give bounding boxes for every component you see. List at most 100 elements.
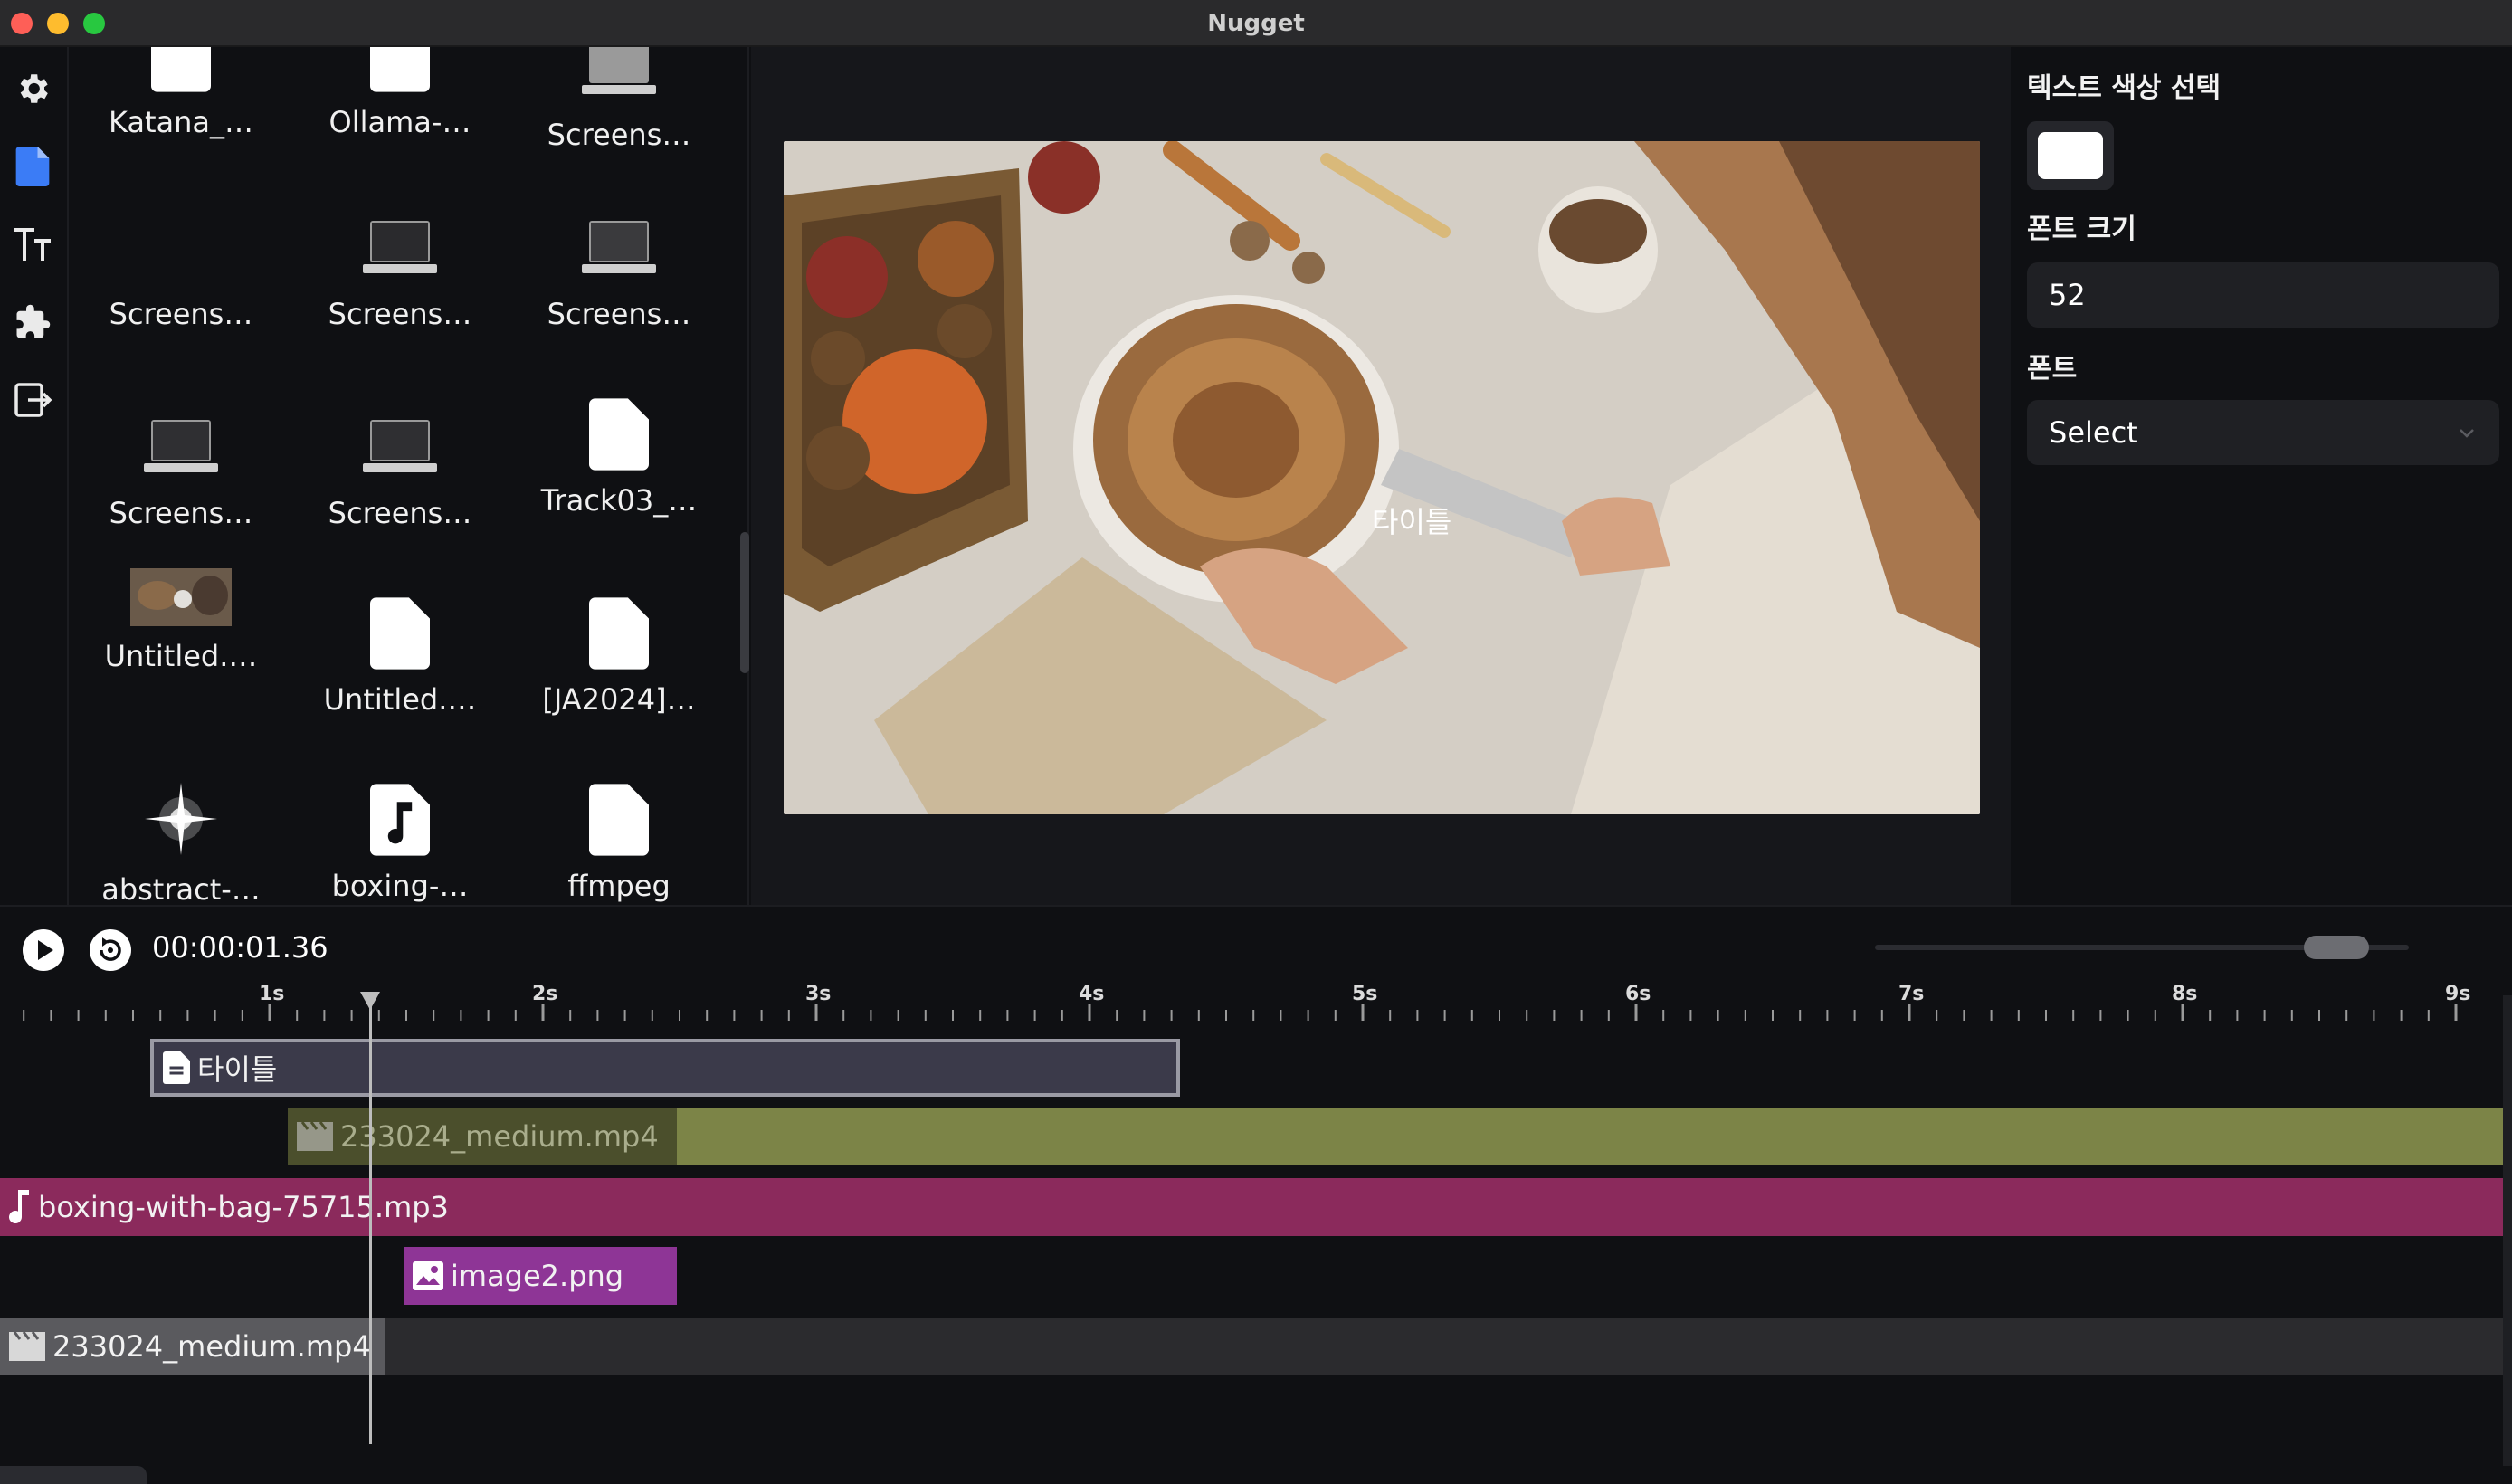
file-tile[interactable]: Screens… [81, 185, 281, 331]
ruler-label: 7s [1898, 983, 1925, 1005]
file-tile[interactable]: boxing-… [300, 756, 500, 903]
file-name: Screens… [109, 297, 253, 331]
timecode: 00:00:01.36 [152, 930, 328, 965]
file-name: Screens… [547, 297, 691, 331]
file-name: Screens… [328, 496, 472, 530]
video-clip[interactable]: 233024_medium.mp4 [288, 1108, 2507, 1165]
font-size-value: 52 [2049, 278, 2086, 312]
file-name: Track03_… [540, 483, 698, 518]
file-tile[interactable]: Track03_… [519, 371, 718, 518]
rewind-button[interactable] [89, 928, 132, 975]
sidebar-rail [0, 47, 69, 905]
files-button[interactable] [11, 145, 54, 188]
export-icon [14, 383, 52, 417]
font-select-value: Select [2049, 415, 2138, 450]
file-browser-scrollbar[interactable] [740, 532, 749, 673]
document-icon [163, 1051, 190, 1084]
plugins-button[interactable] [11, 300, 54, 344]
playhead[interactable] [369, 995, 372, 1444]
ruler-label: 6s [1625, 983, 1651, 1005]
color-picker-button[interactable] [2027, 121, 2114, 190]
inspector-panel: 텍스트 색상 선택 폰트 크기 52 폰트 Select [2011, 47, 2512, 905]
title-bar: Nugget [0, 0, 2512, 47]
sparkle-icon [145, 783, 217, 855]
document-icon [589, 597, 649, 670]
file-icon [15, 147, 50, 186]
file-browser: Katana_… Ollama-… Screens… Screens… Scre… [69, 47, 749, 905]
clip-label: image2.png [451, 1259, 624, 1293]
clip-label: 233024_medium.mp4 [340, 1119, 659, 1154]
file-tile[interactable]: ffmpeg [519, 756, 718, 903]
preview-panel: 타이틀 [751, 47, 2011, 905]
text-clip[interactable]: 타이틀 [150, 1039, 1180, 1097]
laptop-icon [363, 221, 437, 273]
play-button[interactable] [22, 928, 65, 975]
chevron-down-icon [2460, 429, 2474, 438]
image-icon [413, 1261, 443, 1290]
text-size-icon [14, 228, 51, 261]
file-tile[interactable]: Screens… [519, 185, 718, 331]
clip-label: boxing-with-bag-75715.mp3 [38, 1190, 449, 1224]
file-tile[interactable]: Untitled.… [300, 570, 500, 717]
image-clip[interactable]: image2.png [404, 1247, 677, 1305]
settings-button[interactable] [11, 67, 54, 110]
document-icon [589, 784, 649, 856]
file-tile[interactable]: Untitled.… [81, 518, 281, 673]
timeline-vertical-scrollbar[interactable] [2503, 995, 2512, 1466]
play-icon [23, 929, 64, 971]
laptop-icon [363, 420, 437, 472]
file-tile[interactable]: Screens… [300, 384, 500, 530]
video-preview[interactable]: 타이틀 [784, 141, 1980, 814]
ruler-label: 8s [2172, 983, 2198, 1005]
audio-clip[interactable]: boxing-with-bag-75715.mp3 [0, 1178, 2507, 1236]
puzzle-icon [16, 304, 51, 338]
laptop-icon [582, 47, 656, 94]
export-button[interactable] [11, 378, 54, 422]
title-overlay-text[interactable]: 타이틀 [1372, 499, 1451, 541]
file-tile[interactable]: Katana_… [81, 47, 281, 139]
ruler-label: 5s [1352, 983, 1378, 1005]
file-name: boxing-… [331, 869, 469, 903]
video-clip[interactable]: 233024_medium.mp4 [0, 1318, 385, 1375]
file-name: Untitled.… [104, 639, 258, 673]
font-size-input[interactable]: 52 [2027, 262, 2499, 328]
font-select[interactable]: Select [2027, 400, 2499, 465]
file-name: abstract-… [101, 872, 261, 905]
music-note-icon [9, 1190, 30, 1224]
document-icon [589, 398, 649, 471]
text-tool-button[interactable] [11, 223, 54, 266]
ruler-label: 3s [805, 983, 832, 1005]
font-label: 폰트 [2027, 353, 2078, 385]
file-tile[interactable]: Ollama-… [300, 47, 500, 139]
ruler-label: 4s [1079, 983, 1105, 1005]
file-name: Ollama-… [328, 105, 471, 139]
window-title: Nugget [1207, 10, 1305, 37]
laptop-icon [582, 221, 656, 273]
timeline[interactable]: 1s 2s 3s 4s 5s 6s 7s 8s 9s 타이틀 233024_medium.mp4… [0, 979, 2512, 1484]
color-swatch [2038, 132, 2103, 179]
playhead-handle[interactable] [360, 992, 380, 1010]
clip-label: 타이틀 [197, 1052, 278, 1087]
file-name: [JA2024]… [542, 682, 696, 717]
document-icon [151, 47, 211, 92]
ruler-label: 9s [2445, 983, 2471, 1005]
font-size-label: 폰트 크기 [2027, 214, 2136, 245]
file-tile[interactable]: Screens… [519, 47, 718, 152]
laptop-icon [144, 420, 218, 472]
gear-icon [20, 74, 48, 103]
file-tile[interactable]: [JA2024]… [519, 570, 718, 717]
file-name: Katana_… [108, 105, 254, 139]
file-tile[interactable]: Screens… [300, 185, 500, 331]
zoom-slider-handle[interactable] [2304, 936, 2369, 959]
ruler-label: 1s [259, 983, 285, 1005]
music-file-icon [370, 784, 430, 856]
clapperboard-icon [297, 1122, 333, 1151]
text-color-label: 텍스트 색상 선택 [2027, 72, 2222, 104]
file-tile[interactable]: Screens… [81, 384, 281, 530]
file-name: Screens… [547, 118, 691, 152]
file-tile[interactable]: abstract-… [81, 760, 281, 905]
video-frame-image [784, 141, 1980, 814]
timeline-horizontal-scrollbar[interactable] [0, 1466, 147, 1484]
ruler-label: 2s [532, 983, 558, 1005]
file-name: Screens… [328, 297, 472, 331]
